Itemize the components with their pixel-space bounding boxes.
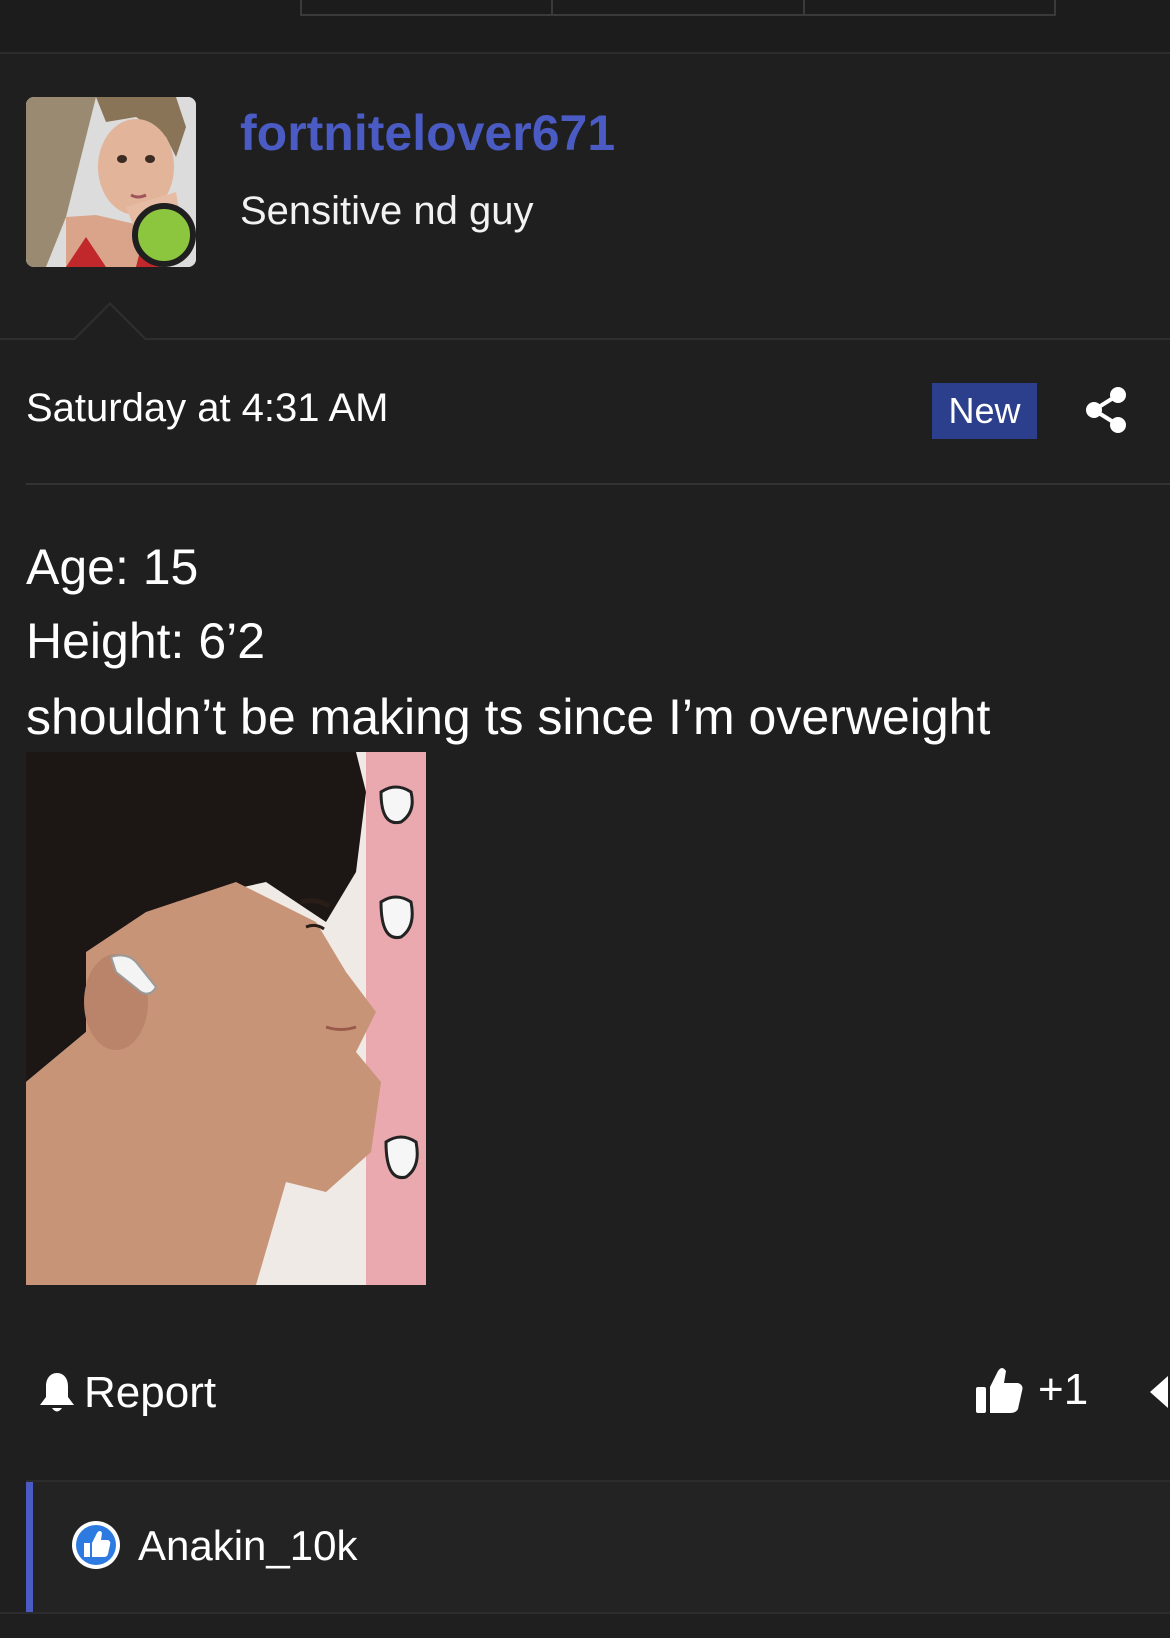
post-text-line: Height: 6’2 <box>26 613 266 669</box>
post-attached-image[interactable] <box>26 752 426 1285</box>
header-pointer-fill <box>74 305 146 341</box>
username-link[interactable]: fortnitelover671 <box>240 104 615 162</box>
top-tab[interactable] <box>553 0 805 14</box>
meta-divider <box>26 483 1170 485</box>
post-date[interactable]: Saturday at 4:31 AM <box>26 386 388 431</box>
bell-icon <box>40 1373 74 1412</box>
reactions-accent <box>26 1482 33 1612</box>
top-tab[interactable] <box>302 0 554 14</box>
like-button[interactable]: +1 <box>974 1365 1088 1415</box>
attached-photo <box>26 752 426 1285</box>
share-icon[interactable] <box>1084 386 1128 434</box>
avatar-container[interactable] <box>26 97 196 267</box>
online-status-icon <box>132 203 196 267</box>
post-text-line: Age: 15 <box>26 539 199 595</box>
reply-icon[interactable] <box>1148 1374 1170 1410</box>
post-user-header: fortnitelover671 Sensitive nd guy <box>0 54 1170 338</box>
user-title: Sensitive nd guy <box>240 189 534 233</box>
forum-post-page: fortnitelover671 Sensitive nd guy Saturd… <box>0 0 1170 1638</box>
report-label: Report <box>84 1368 217 1417</box>
reactions-bar: Anakin_10k <box>26 1480 1170 1612</box>
new-badge: New <box>932 383 1037 439</box>
post-body: Saturday at 4:31 AM New Age: 15 Height: … <box>0 340 1170 1638</box>
top-tab[interactable] <box>805 0 1054 14</box>
report-button[interactable]: Report <box>38 1368 216 1418</box>
like-reaction-icon <box>72 1521 120 1569</box>
bottom-divider <box>0 1612 1170 1614</box>
reactor-username[interactable]: Anakin_10k <box>138 1522 358 1570</box>
top-nav-strip <box>0 0 1170 54</box>
post-text-line: shouldn’t be making ts since I’m overwei… <box>26 689 991 745</box>
top-tabs <box>300 0 1056 16</box>
thumbs-up-icon <box>976 1368 1023 1413</box>
like-count: +1 <box>1038 1365 1089 1414</box>
